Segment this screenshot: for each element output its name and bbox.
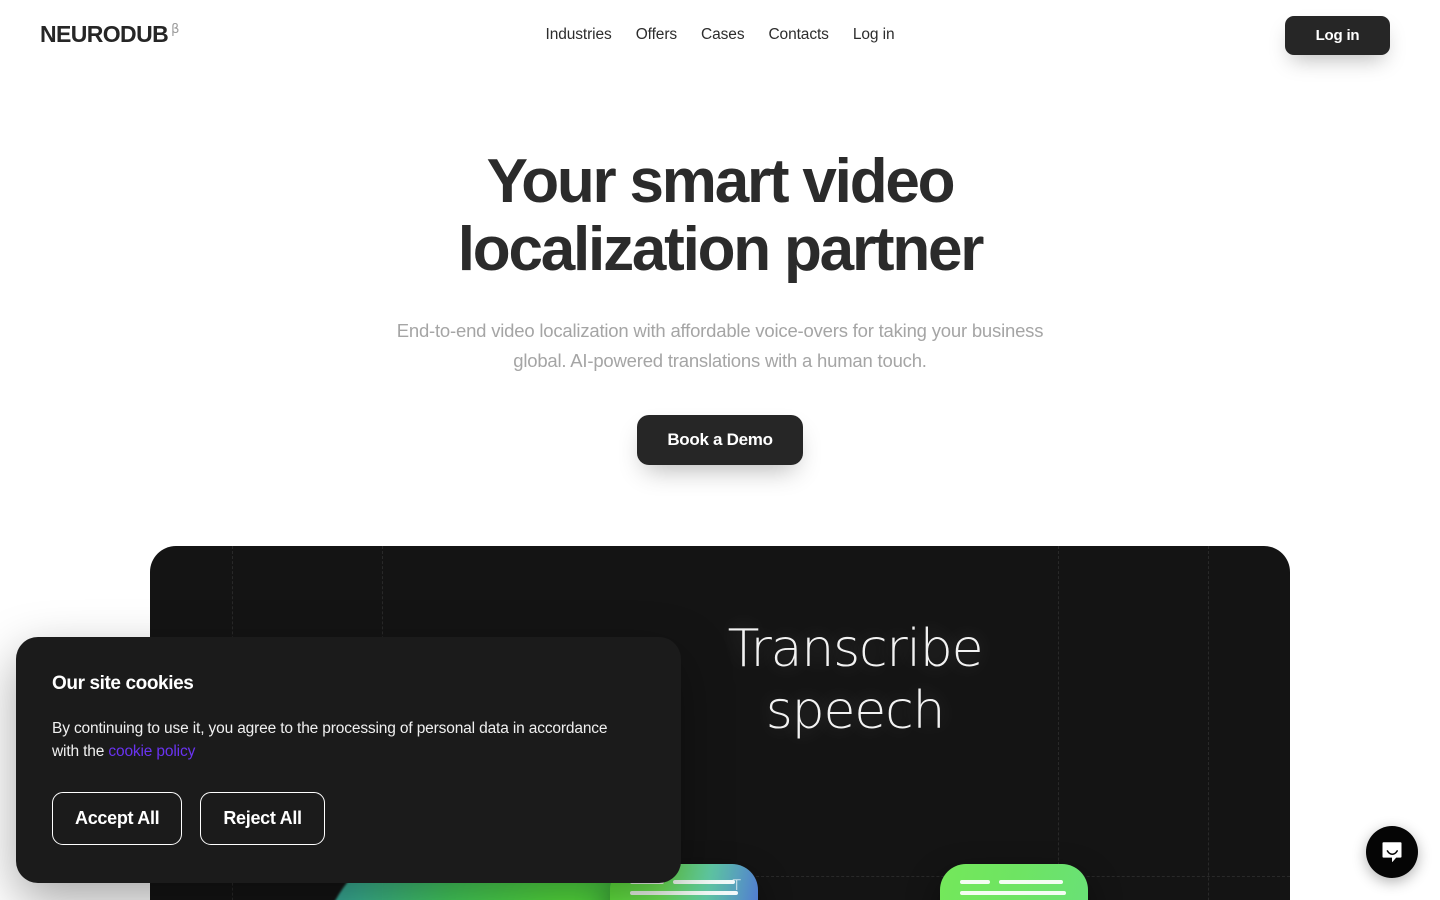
chat-bubble-icon [1382,842,1402,862]
translation-card [940,864,1088,900]
cookie-banner-text: By continuing to use it, you agree to th… [52,717,632,763]
hero-title-line-2: localization partner [457,215,985,284]
cookie-banner-title: Our site cookies [52,673,194,694]
nav-item-contacts[interactable]: Contacts [768,24,828,46]
text-line [630,891,738,895]
translation-card-lines [960,880,1072,900]
text-line [960,880,990,884]
nav-item-industries[interactable]: Industries [546,24,612,46]
transcript-card-lines [630,880,742,900]
showcase-caption: Transcribe speech [620,618,1090,742]
nav-item-login[interactable]: Log in [853,24,895,46]
text-line-row [960,880,1072,884]
text-line [960,891,1066,895]
card-badge-letter: T [732,878,741,894]
cookie-policy-link[interactable]: cookie policy [108,743,195,760]
text-line [999,880,1063,884]
reject-all-button[interactable]: Reject All [200,792,325,845]
book-demo-button[interactable]: Book a Demo [637,415,803,465]
site-header: NEURODUB β Industries Offers Cases Conta… [0,0,1440,71]
login-button[interactable]: Log in [1285,16,1390,55]
text-line [673,880,735,884]
chat-launcher-button[interactable] [1366,826,1418,878]
cookie-banner-actions: Accept All Reject All [52,792,325,845]
main-navigation: Industries Offers Cases Contacts Log in [0,24,1440,46]
cookie-consent-banner: Our site cookies By continuing to use it… [16,637,681,883]
showcase-caption-line-1: Transcribe [727,619,984,679]
nav-item-cases[interactable]: Cases [701,24,745,46]
guide-line-vertical [1208,546,1209,900]
accept-all-button[interactable]: Accept All [52,792,183,845]
nav-item-offers[interactable]: Offers [636,24,677,46]
hero-subtitle: End-to-end video localization with affor… [396,320,1044,371]
page-title: Your smart video localization partner [0,148,1440,284]
hero-title-line-1: Your smart video [486,147,956,216]
showcase-caption-line-2: speech [765,681,946,741]
